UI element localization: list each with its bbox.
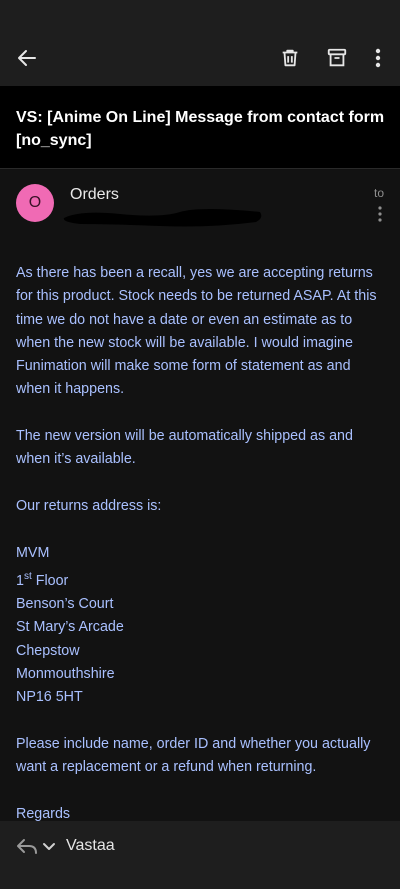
archive-icon xyxy=(327,48,347,67)
more-options-button[interactable] xyxy=(358,38,398,78)
address-line-4: St Mary’s Arcade xyxy=(16,619,124,636)
recipient-label[interactable]: to xyxy=(374,186,384,200)
address-line-7: NP16 5HT xyxy=(16,689,83,706)
trash-icon xyxy=(282,49,298,67)
address-line-2-number: 1 xyxy=(16,572,24,589)
address-line-2: 1st Floor xyxy=(16,565,386,593)
email-screen: VS: [Anime On Line] Message from contact… xyxy=(0,0,400,889)
reply-icon xyxy=(17,839,37,854)
avatar[interactable]: O xyxy=(16,184,54,222)
sender-name[interactable]: Orders xyxy=(70,186,119,204)
reply-options-button[interactable] xyxy=(40,838,58,856)
more-vertical-icon xyxy=(375,48,381,68)
address-line-6: Monmouthshire xyxy=(16,665,115,682)
chevron-down-icon xyxy=(43,843,55,850)
back-button[interactable] xyxy=(7,38,47,78)
body-paragraph-1: As there has been a recall, yes we are a… xyxy=(16,265,377,398)
body-paragraph-3: Our returns address is: xyxy=(16,497,162,514)
avatar-letter: O xyxy=(28,194,42,211)
archive-button[interactable] xyxy=(317,38,357,78)
email-body: As there has been a recall, yes we are a… xyxy=(16,262,386,826)
delete-button[interactable] xyxy=(270,38,310,78)
arrow-left-icon xyxy=(18,50,36,66)
reply-button[interactable] xyxy=(14,834,40,860)
message-more-button[interactable] xyxy=(370,202,390,226)
address-line-5: Chepstow xyxy=(16,642,80,659)
email-subject: VS: [Anime On Line] Message from contact… xyxy=(16,109,385,149)
address-line-1: MVM xyxy=(16,544,50,561)
address-line-2-rest: Floor xyxy=(31,572,69,589)
reply-bar xyxy=(0,821,400,889)
redaction-mark xyxy=(63,209,262,227)
body-paragraph-4: Please include name, order ID and whethe… xyxy=(16,735,371,775)
address-line-2-suffix: st xyxy=(23,570,32,582)
more-vertical-icon xyxy=(378,206,382,222)
reply-label[interactable]: Vastaa xyxy=(66,837,115,855)
body-paragraph-2: The new version will be automatically sh… xyxy=(16,428,353,468)
address-line-3: Benson’s Court xyxy=(16,595,114,612)
